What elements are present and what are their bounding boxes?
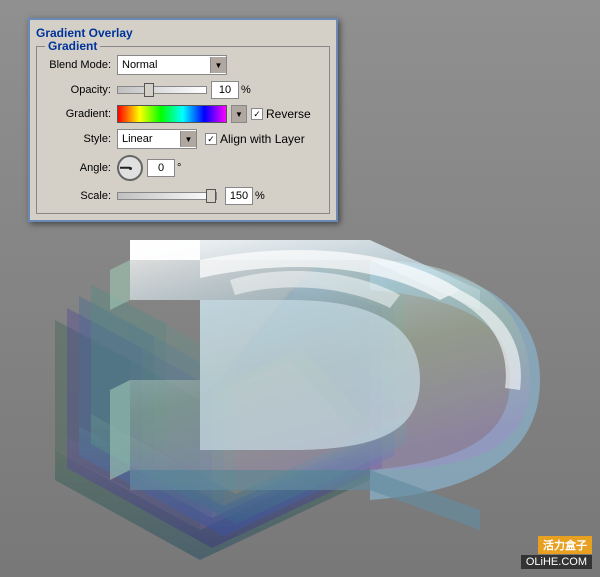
angle-label: Angle: bbox=[45, 162, 117, 174]
opacity-slider-track[interactable] bbox=[117, 86, 207, 94]
blend-mode-dropdown[interactable]: Normal ▼ bbox=[117, 55, 227, 75]
opacity-slider-thumb[interactable] bbox=[144, 83, 154, 97]
gradient-overlay-dialog: Gradient Overlay Gradient Blend Mode: No… bbox=[28, 18, 338, 222]
gradient-row: Gradient: ▼ Reverse bbox=[45, 105, 321, 123]
scale-input[interactable] bbox=[225, 187, 253, 205]
opacity-unit: % bbox=[241, 84, 251, 96]
reverse-checkbox[interactable] bbox=[251, 108, 263, 120]
reverse-checkbox-group: Reverse bbox=[251, 107, 311, 121]
angle-dial[interactable] bbox=[117, 155, 143, 181]
gradient-bar[interactable] bbox=[117, 105, 227, 123]
style-value: Linear bbox=[122, 133, 153, 145]
watermark-brand: 活力盒子 bbox=[538, 536, 592, 554]
angle-row: Angle: ° bbox=[45, 155, 321, 181]
align-layer-checkbox-group: Align with Layer bbox=[205, 132, 305, 146]
gradient-dropdown-btn[interactable]: ▼ bbox=[231, 105, 247, 123]
style-arrow-icon[interactable]: ▼ bbox=[180, 131, 196, 147]
opacity-row: Opacity: % bbox=[45, 81, 321, 99]
style-dropdown[interactable]: Linear ▼ bbox=[117, 129, 197, 149]
blend-mode-arrow-icon[interactable]: ▼ bbox=[210, 57, 226, 73]
scale-label: Scale: bbox=[45, 190, 117, 202]
scale-slider-thumb[interactable] bbox=[206, 189, 216, 203]
scale-slider-track[interactable] bbox=[117, 192, 217, 200]
angle-unit: ° bbox=[177, 162, 181, 174]
reverse-label: Reverse bbox=[266, 107, 311, 121]
blend-mode-label: Blend Mode: bbox=[45, 59, 117, 71]
gradient-bar-container: ▼ bbox=[117, 105, 247, 123]
scale-row: Scale: % bbox=[45, 187, 321, 205]
angle-input[interactable] bbox=[147, 159, 175, 177]
watermark-url: OLiHE.COM bbox=[521, 555, 592, 569]
dialog-title: Gradient Overlay bbox=[36, 26, 330, 40]
align-layer-checkbox[interactable] bbox=[205, 133, 217, 145]
angle-center-dot bbox=[129, 167, 132, 170]
style-row: Style: Linear ▼ Align with Layer bbox=[45, 129, 321, 149]
blend-mode-value: Normal bbox=[122, 59, 157, 71]
scale-unit: % bbox=[255, 190, 265, 202]
style-label: Style: bbox=[45, 133, 117, 145]
watermark: 活力盒子 OLiHE.COM bbox=[521, 536, 592, 569]
blend-mode-row: Blend Mode: Normal ▼ bbox=[45, 55, 321, 75]
gradient-label: Gradient: bbox=[45, 108, 117, 120]
align-layer-label: Align with Layer bbox=[220, 132, 305, 146]
group-title: Gradient bbox=[45, 39, 100, 53]
opacity-input[interactable] bbox=[211, 81, 239, 99]
gradient-group: Gradient Blend Mode: Normal ▼ Opacity: %… bbox=[36, 46, 330, 214]
opacity-label: Opacity: bbox=[45, 84, 117, 96]
